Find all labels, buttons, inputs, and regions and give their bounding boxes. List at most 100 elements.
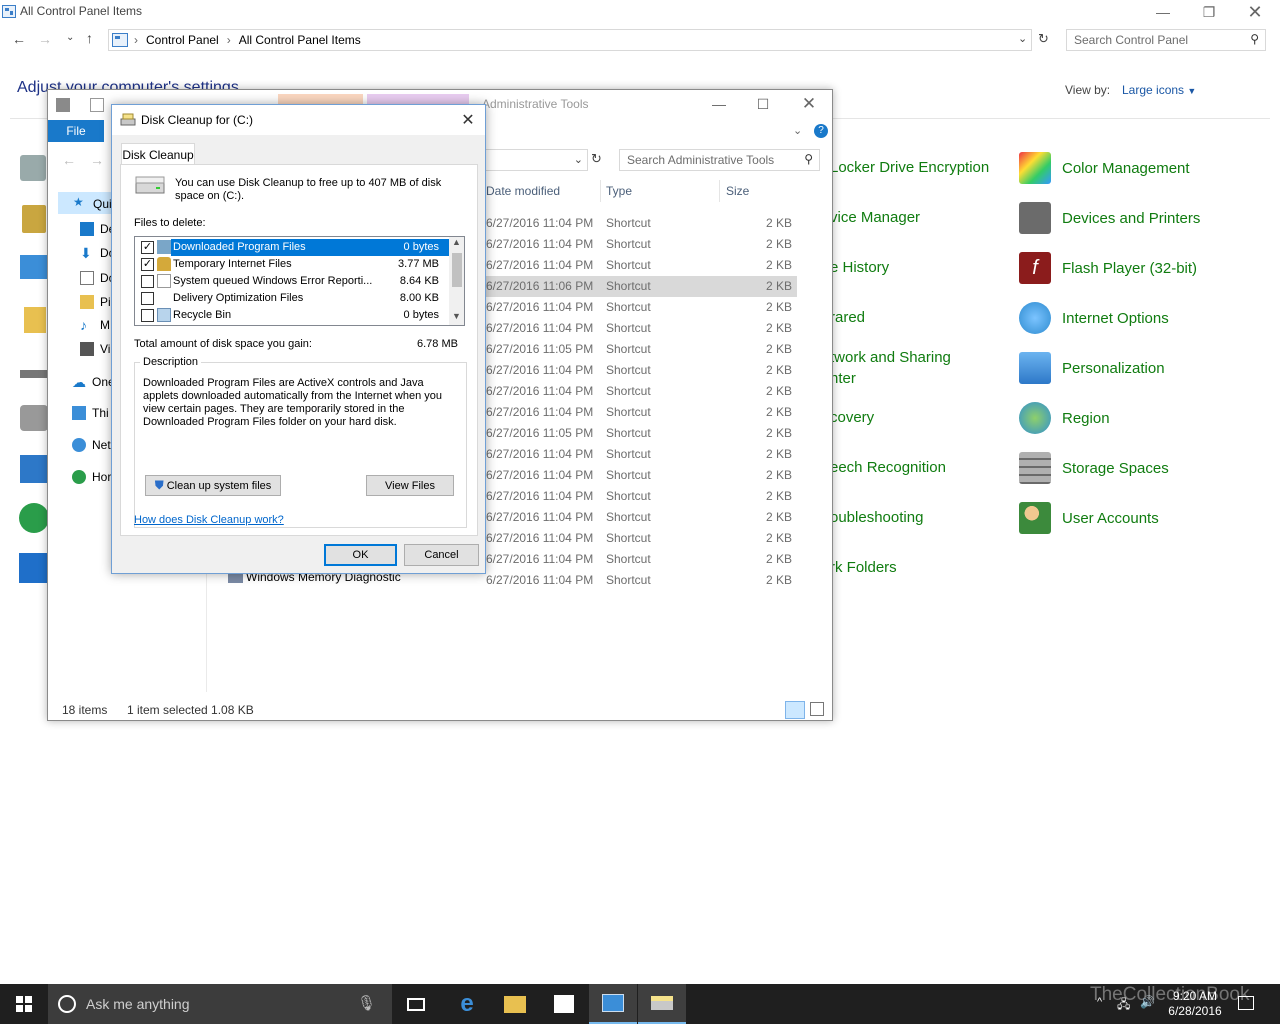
scroll-down-icon[interactable]: ▼	[452, 311, 461, 321]
nav-network[interactable]: Net	[72, 438, 111, 452]
file-tab[interactable]: File	[48, 120, 104, 142]
cp-item-internet-options[interactable]: Internet Options	[1019, 302, 1169, 334]
list-item[interactable]: ✓ Downloaded Program Files 0 bytes	[135, 239, 449, 256]
admin-minimize-button[interactable]: —	[696, 92, 742, 116]
disk-cleanup-taskbar-button[interactable]	[638, 984, 686, 1024]
search-control-panel-input[interactable]: Search Control Panel ⚲	[1066, 29, 1266, 51]
close-button[interactable]: ✕	[1232, 0, 1278, 24]
control-panel-taskbar-button[interactable]	[589, 984, 637, 1024]
cp-item-icon[interactable]	[20, 255, 48, 279]
minimize-button[interactable]: —	[1140, 0, 1186, 24]
cp-item-infrared[interactable]: rared	[830, 309, 865, 326]
cp-item-icon[interactable]	[24, 307, 46, 333]
cp-item-storage-spaces[interactable]: Storage Spaces	[1019, 452, 1169, 484]
cp-item-recovery[interactable]: covery	[830, 409, 874, 426]
clock[interactable]: 9:20 AM 6/28/2016	[1160, 989, 1230, 1019]
ok-button[interactable]: OK	[324, 544, 397, 566]
admin-address-bar[interactable]: ⌄	[486, 149, 588, 171]
network-icon[interactable]: 🖧	[1117, 995, 1130, 1016]
cp-item-icon[interactable]	[20, 370, 48, 378]
chevron-up-icon[interactable]: ^	[1097, 996, 1102, 1008]
up-arrow-icon[interactable]: ↑	[86, 30, 93, 46]
file-explorer-button[interactable]	[491, 984, 539, 1024]
checkbox[interactable]	[141, 292, 154, 305]
ribbon-expand-icon[interactable]: ⌄	[793, 124, 802, 137]
checkbox[interactable]: ✓	[141, 258, 154, 271]
action-center-icon[interactable]	[1238, 996, 1254, 1010]
cp-item-icon[interactable]	[20, 405, 48, 431]
restore-button[interactable]: ❐	[1186, 0, 1232, 24]
view-by-dropdown[interactable]: Large icons ▼	[1122, 83, 1196, 97]
cp-item-network-sharing-line2[interactable]: nter	[830, 370, 856, 387]
clean-up-system-files-button[interactable]: ⛊ Clean up system files	[145, 475, 281, 496]
column-type[interactable]: Type	[606, 184, 632, 198]
cp-item-speech-recognition[interactable]: eech Recognition	[830, 459, 946, 476]
breadcrumb-control-panel[interactable]: Control Panel	[146, 33, 219, 47]
task-view-button[interactable]	[392, 984, 440, 1024]
store-button[interactable]	[540, 984, 588, 1024]
help-icon[interactable]: ?	[814, 124, 828, 138]
dialog-close-button[interactable]: ✕	[456, 109, 480, 131]
cancel-button[interactable]: Cancel	[404, 544, 479, 566]
recent-locations-icon[interactable]: ⌄	[66, 32, 74, 43]
nav-homegroup[interactable]: Hor	[72, 470, 111, 484]
refresh-icon[interactable]: ↻	[1038, 31, 1049, 47]
scroll-thumb[interactable]	[452, 253, 462, 287]
checkbox[interactable]: ✓	[141, 241, 154, 254]
admin-maximize-button[interactable]: ☐	[740, 92, 786, 116]
cp-item-icon[interactable]	[22, 205, 46, 233]
back-arrow-icon[interactable]: ←	[12, 31, 26, 47]
checkbox[interactable]	[141, 275, 154, 288]
list-scrollbar[interactable]: ▲ ▼	[449, 237, 464, 325]
cp-item-icon[interactable]	[20, 455, 48, 483]
volume-icon[interactable]: 🔊	[1140, 995, 1155, 1009]
cp-item-troubleshooting[interactable]: oubleshooting	[830, 509, 923, 526]
large-icons-view-icon[interactable]	[810, 702, 824, 716]
tab-disk-cleanup[interactable]: Disk Cleanup	[121, 143, 195, 165]
list-item[interactable]: Delivery Optimization Files 8.00 KB	[135, 290, 449, 307]
cp-item-personalization[interactable]: Personalization	[1019, 352, 1165, 384]
cp-item-region[interactable]: Region	[1019, 402, 1110, 434]
scroll-up-icon[interactable]: ▲	[452, 237, 461, 247]
sync-center-icon[interactable]	[19, 503, 49, 533]
files-to-delete-list[interactable]: ✓ Downloaded Program Files 0 bytes ✓ Tem…	[134, 236, 465, 326]
start-button[interactable]	[0, 984, 48, 1024]
nav-videos[interactable]: Vi	[80, 342, 110, 356]
breadcrumb-all-items[interactable]: All Control Panel Items	[239, 33, 361, 47]
admin-close-button[interactable]: ✕	[786, 92, 832, 116]
admin-refresh-icon[interactable]: ↻	[591, 151, 602, 167]
checkbox[interactable]	[141, 309, 154, 322]
help-link[interactable]: How does Disk Cleanup work?	[134, 514, 284, 526]
cp-item-device-manager[interactable]: vice Manager	[830, 209, 920, 226]
address-bar[interactable]: › Control Panel › All Control Panel Item…	[108, 29, 1032, 51]
cp-item-flash-player[interactable]: f Flash Player (32-bit)	[1019, 252, 1197, 284]
nav-pictures[interactable]: ♪ M	[80, 318, 110, 332]
column-size[interactable]: Size	[726, 184, 749, 198]
windows-defender-icon[interactable]	[19, 553, 49, 583]
nav-documents-2[interactable]: Pi	[80, 295, 111, 309]
admin-address-dropdown-icon[interactable]: ⌄	[574, 153, 583, 166]
list-item[interactable]: ✓ Temporary Internet Files 3.77 MB	[135, 256, 449, 273]
column-date-modified[interactable]: Date modified	[486, 184, 560, 198]
cp-item-file-history[interactable]: e History	[830, 259, 889, 276]
list-item[interactable]: Recycle Bin 0 bytes	[135, 307, 449, 324]
admin-back-arrow-icon[interactable]: ←	[62, 152, 76, 168]
cp-item-color-management[interactable]: Color Management	[1019, 152, 1190, 184]
properties-icon[interactable]	[90, 98, 104, 112]
nav-onedrive[interactable]: ☁ One	[72, 375, 115, 389]
cortana-search-box[interactable]: Ask me anything 🎙	[48, 984, 392, 1024]
cp-item-icon[interactable]	[20, 155, 46, 181]
edge-icon[interactable]: e	[443, 984, 491, 1024]
details-view-icon[interactable]	[785, 701, 805, 719]
search-admin-tools-input[interactable]: Search Administrative Tools ⚲	[619, 149, 820, 171]
list-item[interactable]: System queued Windows Error Reporti... 8…	[135, 273, 449, 290]
admin-forward-arrow-icon[interactable]: →	[90, 152, 104, 168]
microphone-icon[interactable]: 🎙	[357, 994, 376, 1012]
cp-item-network-sharing[interactable]: twork and Sharing	[830, 349, 951, 366]
cp-item-user-accounts[interactable]: User Accounts	[1019, 502, 1159, 534]
nav-this-pc[interactable]: Thi	[72, 406, 109, 420]
cp-item-work-folders[interactable]: rk Folders	[830, 559, 897, 576]
cp-item-bitlocker[interactable]: Locker Drive Encryption	[830, 159, 989, 176]
forward-arrow-icon[interactable]: →	[38, 31, 52, 47]
view-files-button[interactable]: View Files	[366, 475, 454, 496]
